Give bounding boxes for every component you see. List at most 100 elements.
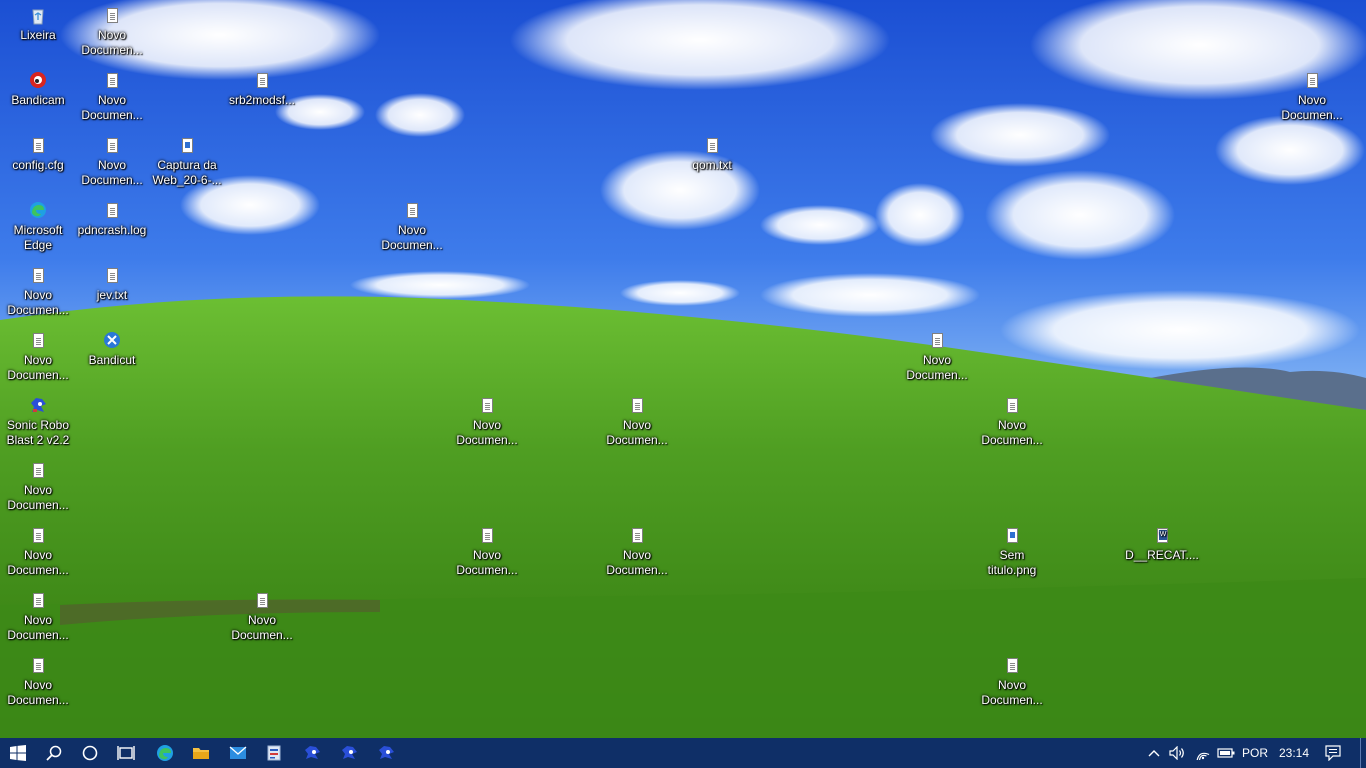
desktop-icon-srb2mods[interactable]: srb2modsf...	[224, 71, 300, 108]
action-center-button[interactable]	[1318, 738, 1348, 768]
text-document-icon	[996, 396, 1028, 416]
desktop-icon-doc-17[interactable]: Novo Documen...	[0, 656, 76, 708]
task-view-icon	[117, 746, 135, 760]
desktop-icon-doc-14[interactable]: Novo Documen...	[599, 526, 675, 578]
desktop-icon-jev[interactable]: jev.txt	[74, 266, 150, 303]
desktop-icon-doc-16[interactable]: Novo Documen...	[224, 591, 300, 643]
desktop-icon-bandicam[interactable]: Bandicam	[0, 71, 76, 108]
desktop-icon-doc-15[interactable]: Novo Documen...	[0, 591, 76, 643]
action-center-icon	[1325, 745, 1341, 761]
taskbar: POR 23:14	[0, 738, 1366, 768]
power-button[interactable]	[1215, 738, 1237, 768]
desktop-icon-label: Novo Documen...	[606, 548, 668, 577]
text-document-icon	[996, 656, 1028, 676]
desktop-icon-label: D__RECAT....	[1125, 548, 1199, 562]
desktop-icon-label: Novo Documen...	[381, 223, 443, 252]
desktop-icon-label: Novo Documen...	[7, 483, 69, 512]
bliss-wallpaper	[0, 0, 1366, 738]
desktop-icon-label: Novo Documen...	[456, 418, 518, 447]
text-document-icon	[621, 396, 653, 416]
text-document-icon	[621, 526, 653, 546]
clock-time: 23:14	[1278, 746, 1310, 760]
desktop-icon-label: Novo Documen...	[456, 548, 518, 577]
desktop-icon-doc-12[interactable]: Novo Documen...	[0, 526, 76, 578]
desktop-icon-doc-7[interactable]: Novo Documen...	[899, 331, 975, 383]
desktop-icon-label: Lixeira	[20, 28, 56, 42]
show-desktop-button[interactable]	[1360, 738, 1366, 768]
desktop-icon-config[interactable]: config.cfg	[0, 136, 76, 173]
desktop-icon-label: Novo Documen...	[7, 613, 69, 642]
desktop-icon-sem-titulo[interactable]: Sem titulo.png	[974, 526, 1050, 578]
clock[interactable]: 23:14	[1272, 738, 1316, 768]
desktop-icon-doc-9[interactable]: Novo Documen...	[599, 396, 675, 448]
text-document-icon	[471, 396, 503, 416]
desktop-icon-doc-4[interactable]: Novo Documen...	[374, 201, 450, 253]
search-button[interactable]	[36, 738, 72, 768]
text-document-icon	[96, 71, 128, 91]
word-document-icon	[1146, 526, 1178, 546]
text-document-icon	[696, 136, 728, 156]
network-button[interactable]	[1191, 738, 1215, 768]
text-document-icon	[396, 201, 428, 221]
desktop-icon-doc-6[interactable]: Novo Documen...	[0, 331, 76, 383]
desktop-icon-doc-10[interactable]: Novo Documen...	[974, 396, 1050, 448]
edge-icon	[157, 745, 173, 761]
desktop-icon-doc-top-right[interactable]: Novo Documen...	[1274, 71, 1350, 123]
edge-icon	[22, 201, 54, 221]
desktop-icon-label: Novo Documen...	[7, 678, 69, 707]
text-document-icon	[22, 656, 54, 676]
taskbar-edge-button[interactable]	[147, 738, 183, 768]
desktop[interactable]: Lixeira Novo Documen... Bandicam Novo Docum…	[0, 0, 1366, 738]
text-document-icon	[96, 6, 128, 26]
desktop-icon-label: Captura da Web_20-6-...	[152, 158, 222, 187]
text-document-icon	[96, 201, 128, 221]
taskbar-mail-button[interactable]	[220, 738, 256, 768]
taskbar-sonic-button-1[interactable]	[294, 738, 330, 768]
desktop-icon-doc-11[interactable]: Novo Documen...	[0, 461, 76, 513]
desktop-icon-label: Novo Documen...	[606, 418, 668, 447]
desktop-icon-pdncrash[interactable]: pdncrash.log	[74, 201, 150, 238]
desktop-icon-qom[interactable]: qom.txt	[674, 136, 750, 173]
taskbar-file-explorer-button[interactable]	[183, 738, 219, 768]
desktop-icon-label: Bandicut	[88, 353, 136, 367]
desktop-icon-label: Novo Documen...	[981, 418, 1043, 447]
sonic-icon	[342, 746, 357, 759]
chevron-up-icon	[1148, 750, 1160, 757]
desktop-icon-edge[interactable]: Microsoft Edge	[0, 201, 76, 253]
desktop-icon-doc-5[interactable]: Novo Documen...	[0, 266, 76, 318]
desktop-icon-label: Novo Documen...	[231, 613, 293, 642]
taskbar-sonic-button-2[interactable]	[331, 738, 367, 768]
desktop-icon-label: Novo Documen...	[7, 548, 69, 577]
desktop-icon-recycle-bin[interactable]: Lixeira	[0, 6, 76, 43]
taskbar-app-button[interactable]	[256, 738, 292, 768]
text-document-icon	[22, 526, 54, 546]
start-button[interactable]	[0, 738, 36, 768]
folder-icon	[193, 748, 209, 759]
sonic-icon	[379, 746, 394, 759]
mail-icon	[229, 746, 247, 759]
task-view-button[interactable]	[108, 738, 144, 768]
taskbar-sonic-button-3[interactable]	[368, 738, 404, 768]
desktop-icon-recat[interactable]: D__RECAT....	[1124, 526, 1200, 563]
search-icon	[46, 745, 62, 761]
language-indicator[interactable]: POR	[1238, 738, 1272, 768]
battery-icon	[1217, 748, 1235, 758]
windows-start-icon	[10, 745, 26, 761]
wifi-icon	[1196, 752, 1210, 760]
text-document-icon	[96, 266, 128, 286]
language-label: POR	[1241, 746, 1268, 760]
desktop-icon-doc-13[interactable]: Novo Documen...	[449, 526, 525, 578]
desktop-icon-bandicut[interactable]: Bandicut	[74, 331, 150, 368]
desktop-icon-srb2[interactable]: Sonic Robo Blast 2 v2.2	[0, 396, 76, 448]
show-hidden-icons-button[interactable]	[1144, 738, 1164, 768]
volume-button[interactable]	[1166, 738, 1188, 768]
desktop-icon-doc-3[interactable]: Novo Documen...	[74, 136, 150, 188]
desktop-icon-captura[interactable]: Captura da Web_20-6-...	[149, 136, 225, 188]
desktop-icon-label: Novo Documen...	[7, 288, 69, 317]
desktop-icon-doc-8[interactable]: Novo Documen...	[449, 396, 525, 448]
desktop-icon-doc-18[interactable]: Novo Documen...	[974, 656, 1050, 708]
desktop-icon-doc-1[interactable]: Novo Documen...	[74, 6, 150, 58]
cortana-button[interactable]	[72, 738, 108, 768]
desktop-icon-doc-2[interactable]: Novo Documen...	[74, 71, 150, 123]
desktop-icon-label: Novo Documen...	[81, 28, 143, 57]
